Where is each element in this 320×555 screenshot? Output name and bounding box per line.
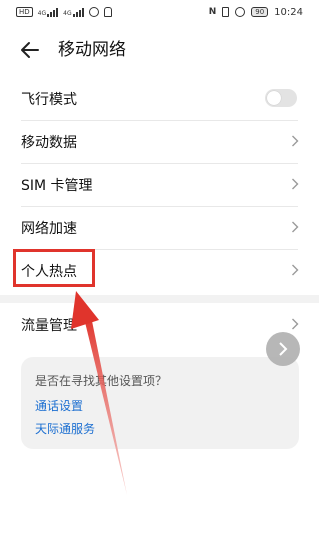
annotation-arrow-icon (71, 291, 127, 495)
